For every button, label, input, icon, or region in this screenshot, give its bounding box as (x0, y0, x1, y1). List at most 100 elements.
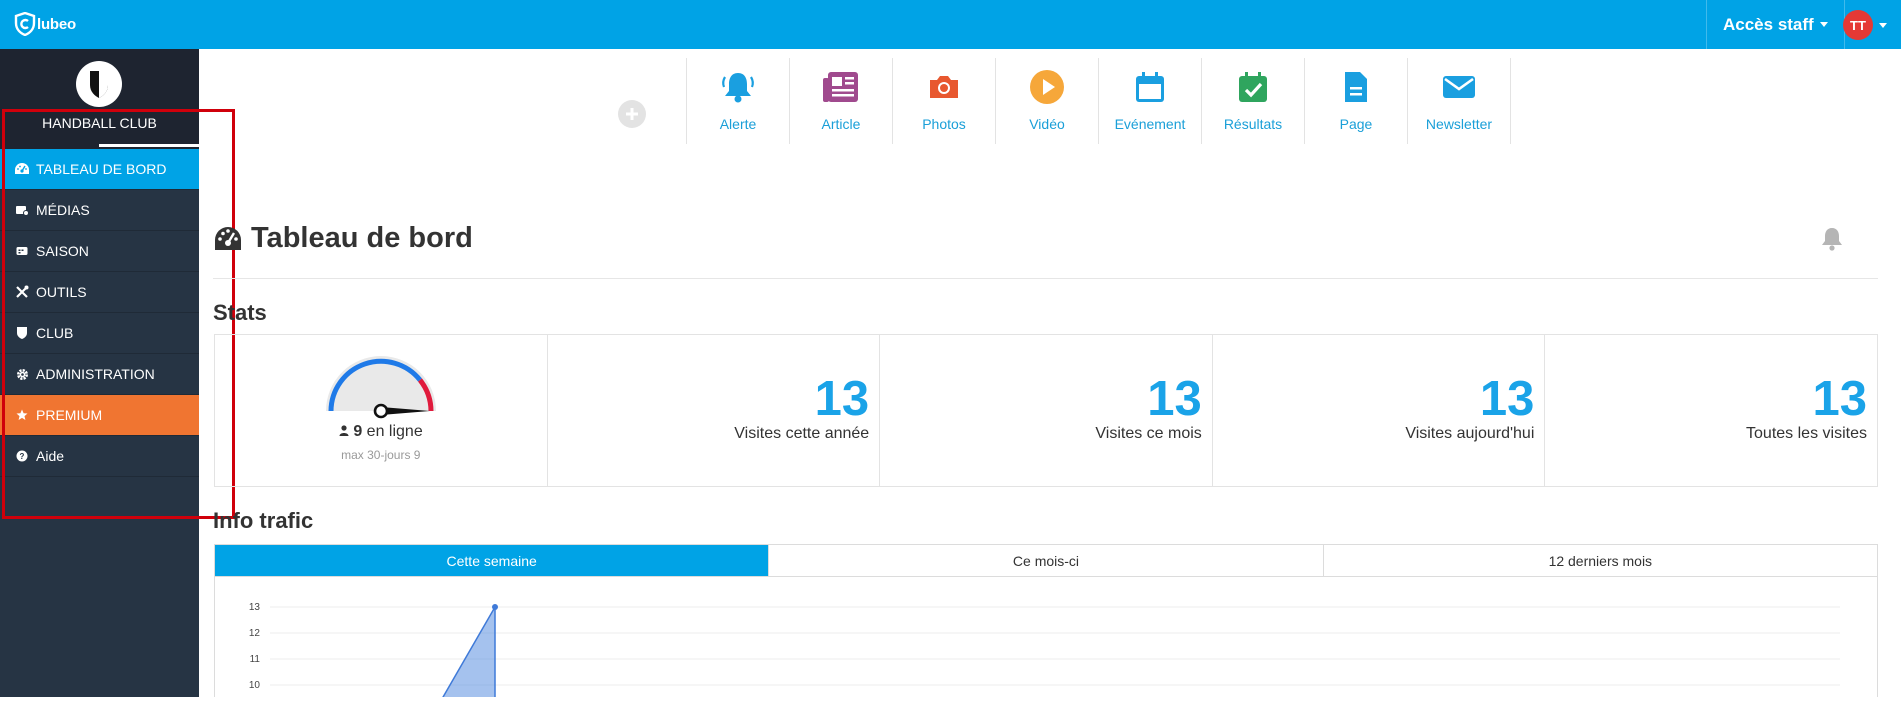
sidebar-item-club[interactable]: CLUB (0, 313, 199, 354)
notifications-button[interactable] (1820, 226, 1844, 257)
newspaper-icon (822, 68, 860, 106)
sidebar-item-aide[interactable]: ? Aide (0, 436, 199, 477)
action-label: Photos (922, 116, 966, 132)
action-evenement[interactable]: Evénement (1099, 58, 1202, 144)
speedometer-gauge (326, 356, 436, 419)
club-header[interactable]: HANDBALL CLUB (0, 49, 199, 149)
star-icon (14, 407, 30, 423)
stat-label: Visites ce mois (1095, 425, 1202, 442)
sidebar-item-label: ADMINISTRATION (36, 366, 155, 382)
sidebar-item-dashboard[interactable]: TABLEAU DE BORD (0, 149, 199, 190)
action-label: Page (1339, 116, 1373, 132)
online-status: 9 en ligne (215, 423, 547, 441)
calendar-icon (1131, 68, 1169, 106)
y-tick-label: 12 (249, 628, 261, 639)
data-point[interactable] (492, 604, 498, 610)
action-photos[interactable]: Photos (893, 58, 996, 144)
sidebar: HANDBALL CLUB TABLEAU DE BORD MÉDIAS SAI… (0, 49, 199, 697)
help-icon: ? (14, 448, 30, 464)
top-bar: lubeo Accès staff TT (0, 0, 1901, 49)
quick-action-bar: Alerte Article Photos Vidéo Evénement Ré… (686, 58, 1511, 144)
traffic-chart-svg: 13 12 11 10 (249, 602, 1840, 702)
traffic-tabs: Cette semaine Ce mois-ci 12 derniers moi… (214, 544, 1878, 577)
bell-icon (719, 68, 757, 106)
gear-icon (14, 366, 30, 382)
sidebar-item-label: PREMIUM (36, 407, 103, 423)
envelope-icon (1440, 68, 1478, 106)
calendar-check-icon (1234, 68, 1272, 106)
chevron-down-icon (1819, 22, 1828, 27)
club-name: HANDBALL CLUB (42, 115, 157, 131)
bell-icon (1822, 228, 1842, 251)
action-page[interactable]: Page (1305, 58, 1408, 144)
action-label: Alerte (719, 116, 757, 132)
quick-add-button[interactable] (618, 100, 646, 128)
sidebar-item-saison[interactable]: SAISON (0, 231, 199, 272)
series-area (435, 607, 495, 702)
y-tick-label: 11 (250, 654, 261, 665)
media-icon (14, 202, 30, 218)
action-resultats[interactable]: Résultats (1202, 58, 1305, 144)
tab-last-12-months[interactable]: 12 derniers mois (1324, 545, 1877, 576)
stat-card-month: 13 Visites ce mois (880, 335, 1213, 486)
stat-label: Visites aujourd'hui (1405, 425, 1535, 442)
action-label: Evénement (1114, 116, 1186, 132)
staff-access-label: Accès staff (1723, 14, 1814, 34)
traffic-heading: Info trafic (213, 508, 314, 533)
tab-this-week[interactable]: Cette semaine (215, 545, 770, 576)
sidebar-item-label: MÉDIAS (36, 202, 90, 218)
season-icon (14, 243, 30, 259)
svg-text:?: ? (20, 452, 25, 461)
avatar: TT (1843, 10, 1873, 40)
camera-icon (925, 68, 963, 106)
action-newsletter[interactable]: Newsletter (1408, 58, 1511, 144)
stat-label: Toutes les visites (1746, 425, 1867, 442)
sidebar-item-label: OUTILS (36, 284, 87, 300)
club-underline (99, 144, 199, 147)
action-label: Newsletter (1425, 116, 1493, 132)
page-title: Tableau de bord (213, 222, 473, 255)
stat-label: Visites cette année (734, 425, 870, 442)
action-article[interactable]: Article (790, 58, 893, 144)
staff-access-menu[interactable]: Accès staff (1706, 0, 1845, 49)
dashboard-icon (215, 226, 241, 250)
online-count: 9 (353, 423, 363, 440)
club-logo (76, 61, 122, 107)
sidebar-item-premium[interactable]: PREMIUM (0, 395, 199, 436)
divider (213, 278, 1878, 279)
sidebar-item-outils[interactable]: OUTILS (0, 272, 199, 313)
action-label: Article (821, 116, 861, 132)
club-shield-icon (90, 71, 108, 98)
tools-icon (14, 284, 30, 300)
stats-grid: 9 en ligne max 30-jours 9 13 Visites cet… (214, 334, 1878, 487)
action-video[interactable]: Vidéo (996, 58, 1099, 144)
stat-card-year: 13 Visites cette année (548, 335, 881, 486)
plus-icon (626, 108, 638, 120)
dashboard-icon (14, 161, 30, 177)
sidebar-item-label: SAISON (36, 243, 89, 259)
online-max-30-days: max 30-jours 9 (341, 448, 421, 462)
action-alerte[interactable]: Alerte (687, 58, 790, 144)
page-title-text: Tableau de bord (251, 222, 473, 254)
sidebar-item-label: TABLEAU DE BORD (36, 161, 167, 177)
stat-value: 13 (1479, 372, 1535, 426)
action-label: Vidéo (1029, 116, 1065, 132)
user-menu[interactable]: TT (1843, 10, 1887, 40)
sidebar-item-administration[interactable]: ADMINISTRATION (0, 354, 199, 395)
sidebar-item-medias[interactable]: MÉDIAS (0, 190, 199, 231)
stat-value: 13 (1147, 372, 1202, 426)
logo-text: lubeo (37, 15, 76, 33)
stat-value: 13 (1812, 372, 1867, 426)
traffic-chart: 13 12 11 10 (214, 577, 1878, 702)
y-tick-label: 10 (249, 680, 261, 691)
sidebar-item-label: Aide (36, 448, 65, 464)
tab-this-month[interactable]: Ce mois-ci (769, 545, 1324, 576)
clubeo-logo[interactable]: lubeo (14, 12, 76, 36)
stats-heading: Stats (213, 300, 267, 325)
y-tick-label: 13 (249, 602, 261, 613)
stat-value: 13 (814, 372, 870, 426)
online-label: en ligne (362, 423, 423, 440)
shield-icon (14, 325, 30, 341)
chevron-down-icon (1879, 22, 1887, 28)
clubeo-logo-icon (14, 12, 36, 36)
